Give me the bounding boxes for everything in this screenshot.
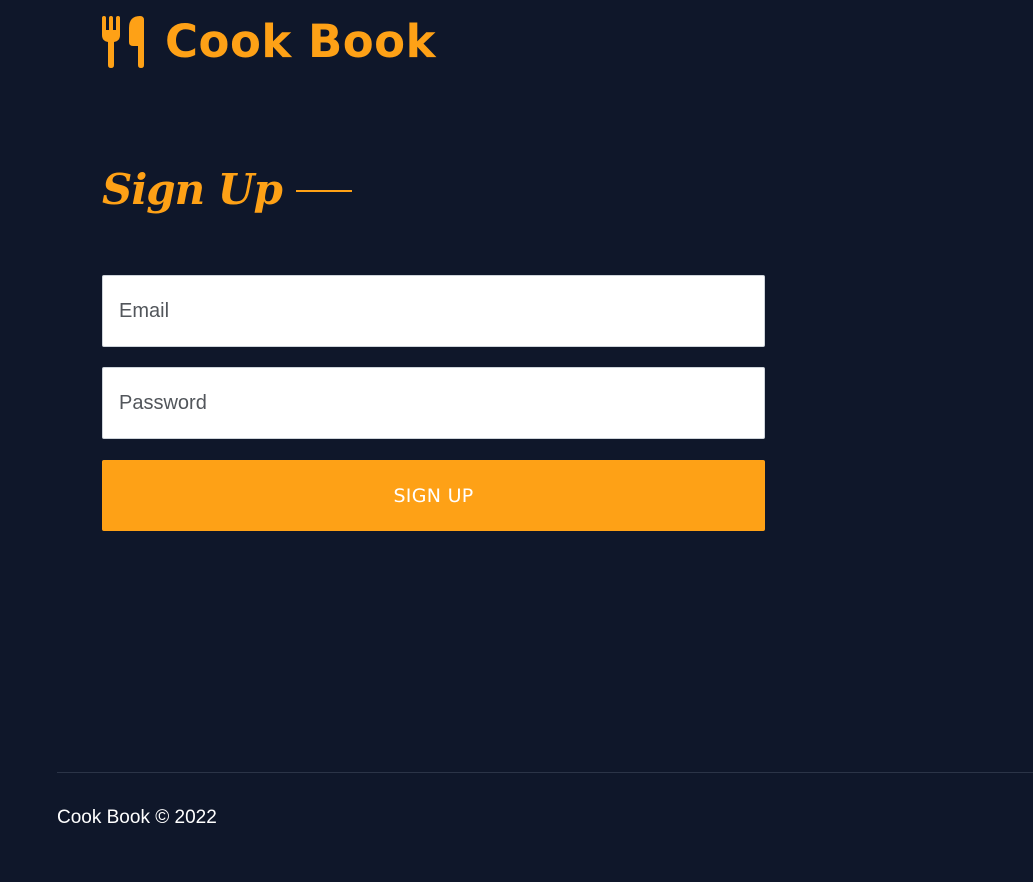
password-field[interactable] bbox=[102, 367, 765, 439]
brand-name: Cook Book bbox=[165, 15, 437, 68]
signup-button[interactable]: SIGN UP bbox=[102, 460, 765, 531]
brand-logo[interactable]: Cook Book bbox=[102, 14, 436, 70]
title-divider bbox=[295, 190, 352, 192]
signup-form: SIGN UP bbox=[102, 275, 765, 531]
page-title-text: Sign Up bbox=[102, 165, 283, 214]
footer-copyright: Cook Book © 2022 bbox=[57, 807, 217, 828]
email-field[interactable] bbox=[102, 275, 765, 347]
page-title: Sign Up bbox=[102, 158, 352, 222]
utensils-icon bbox=[102, 16, 144, 68]
footer-divider bbox=[57, 772, 1033, 773]
